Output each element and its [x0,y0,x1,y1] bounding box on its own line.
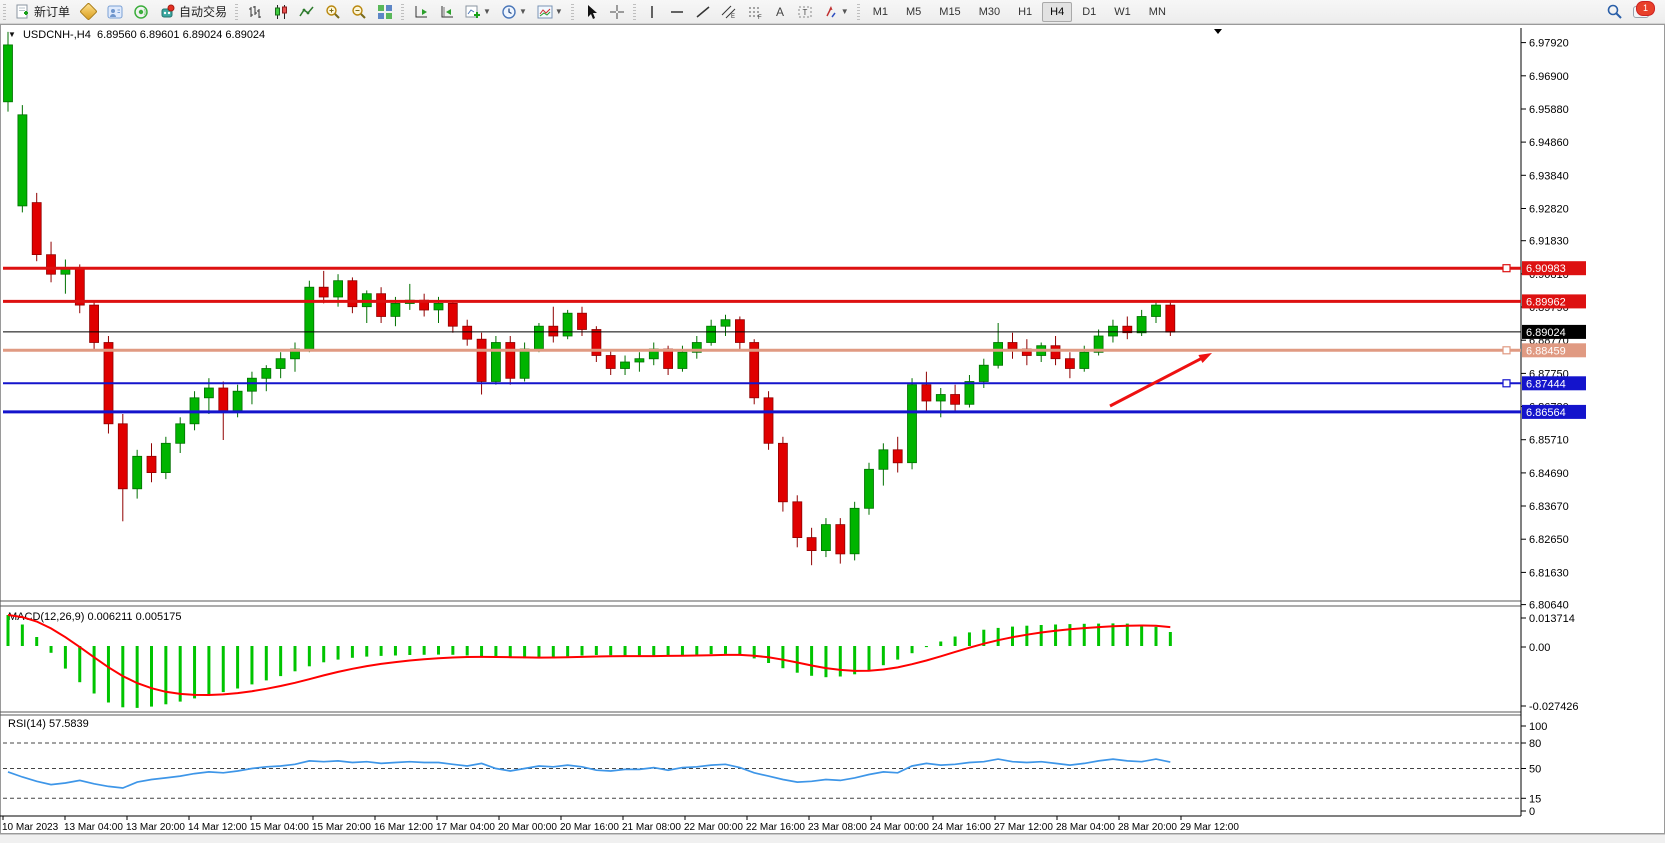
chevron-down-icon: ▼ [519,7,527,16]
zoom-out-button[interactable] [347,1,371,23]
chart-window [0,24,1665,834]
arrange-forward-icon [413,4,429,20]
crosshair-icon [609,4,625,20]
template-icon [537,4,553,20]
bar-chart-icon [247,4,263,20]
svg-text:T: T [802,8,807,17]
svg-text:A: A [776,5,784,19]
zoom-in-icon [325,4,341,20]
toolbar-grip [633,4,636,20]
rsi-name: RSI(14) [8,718,46,730]
chevron-down-icon: ▼ [841,7,849,16]
candlestick-chart-icon [273,4,289,20]
crosshair-button[interactable] [605,1,629,23]
new-order-button[interactable]: 新订单 [11,1,74,23]
chevron-down-icon: ▼ [555,7,563,16]
timeframe-m15[interactable]: M15 [931,2,968,22]
auto-trading-icon [159,4,175,20]
auto-trading-button[interactable]: 自动交易 [155,1,231,23]
text-button[interactable]: A [769,1,791,23]
add-indicator-button[interactable]: ▼ [461,1,495,23]
tile-windows-button[interactable] [373,1,397,23]
bar-chart-button[interactable] [243,1,267,23]
market-button[interactable] [76,1,101,23]
cursor-icon [583,4,599,20]
top-toolbar: 新订单 自动交易 ▼ ▼ [0,0,1665,24]
rsi-label: RSI(14) 57.5839 [8,718,89,730]
community-button[interactable] [103,1,127,23]
zoom-in-button[interactable] [321,1,345,23]
new-order-label: 新订单 [34,3,70,20]
clock-icon [501,4,517,20]
chart-quotes: 6.89560 6.89601 6.89024 6.89024 [97,29,265,41]
period-button[interactable]: ▼ [497,1,531,23]
fibonacci-button[interactable]: F [743,1,767,23]
signal-icon [133,4,149,20]
timeframe-h1[interactable]: H1 [1010,2,1040,22]
profile-icon [107,4,123,20]
chart-menu-icon[interactable]: ▼ [8,30,16,39]
chart-title: ▼ USDCNH-,H4 6.89560 6.89601 6.89024 6.8… [8,29,265,41]
svg-text:F: F [758,15,762,20]
timeframe-d1[interactable]: D1 [1074,2,1104,22]
chart-symbol-period: USDCNH-,H4 [23,29,91,41]
zoom-out-icon [351,4,367,20]
market-diamond-icon [79,2,97,20]
timeframe-w1[interactable]: W1 [1106,2,1139,22]
cursor-button[interactable] [579,1,603,23]
timeframe-m1[interactable]: M1 [865,2,896,22]
tile-windows-icon [377,4,393,20]
search-button[interactable] [1602,1,1627,23]
notification-badge: 1 [1636,1,1655,16]
vertical-line-icon [645,4,659,20]
text-icon: A [773,4,787,20]
arrange-back-button[interactable] [435,1,459,23]
svg-text:E: E [731,14,735,20]
arrows-button[interactable]: ▼ [819,1,853,23]
timeframe-m5[interactable]: M5 [898,2,929,22]
chat-icon: 1 [1633,4,1651,20]
arrange-back-icon [439,4,455,20]
notifications-button[interactable]: 1 [1629,1,1655,23]
auto-trading-label: 自动交易 [179,3,227,20]
text-label-icon: T [797,4,813,20]
toolbar-grip [857,4,860,20]
line-chart-button[interactable] [295,1,319,23]
macd-name: MACD(12,26,9) [8,611,84,623]
timeframe-mn[interactable]: MN [1141,2,1174,22]
horizontal-line-button[interactable] [665,1,689,23]
trendline-icon [695,4,711,20]
signals-button[interactable] [129,1,153,23]
timeframe-m30[interactable]: M30 [971,2,1008,22]
toolbar-grip [235,4,238,20]
arrange-forward-button[interactable] [409,1,433,23]
vertical-line-button[interactable] [641,1,663,23]
candlestick-chart-button[interactable] [269,1,293,23]
search-icon [1606,3,1623,20]
toolbar-grip [3,4,6,20]
macd-label: MACD(12,26,9) 0.006211 0.005175 [8,611,181,623]
fibonacci-icon: F [747,4,763,20]
channel-icon: E [721,4,737,20]
rsi-value: 57.5839 [49,718,89,730]
add-indicator-icon [465,4,481,20]
new-order-icon [15,4,30,19]
timeframe-h4[interactable]: H4 [1042,2,1072,22]
toolbar-grip [571,4,574,20]
line-chart-icon [299,4,315,20]
arrows-icon [823,4,839,20]
chevron-down-icon: ▼ [483,7,491,16]
macd-values: 0.006211 0.005175 [87,611,181,623]
toolbar-grip [401,4,404,20]
trendline-button[interactable] [691,1,715,23]
template-button[interactable]: ▼ [533,1,567,23]
horizontal-line-icon [669,4,685,20]
text-label-button[interactable]: T [793,1,817,23]
channel-button[interactable]: E [717,1,741,23]
